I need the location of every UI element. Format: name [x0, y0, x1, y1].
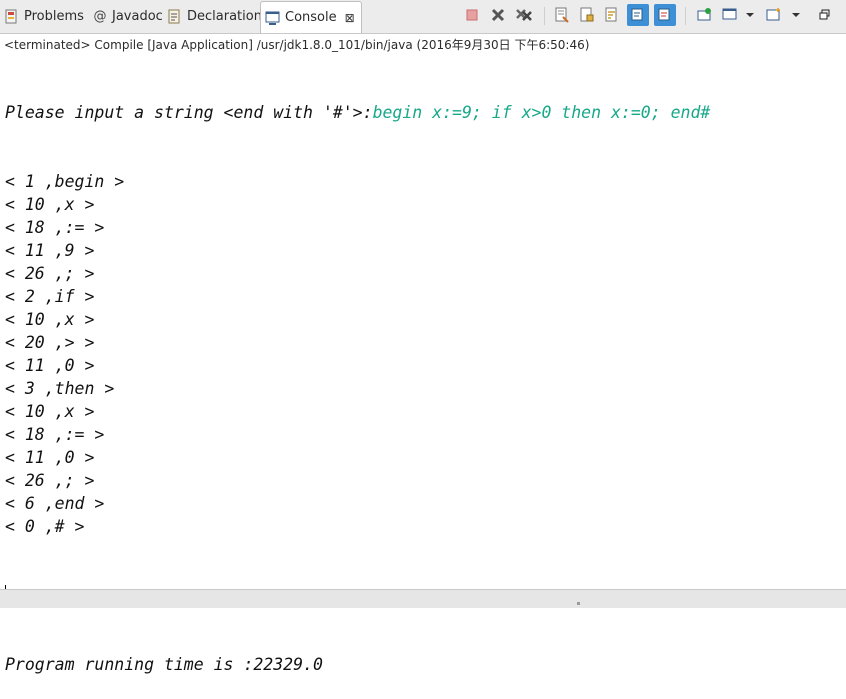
- console-line: < 1 ,begin >: [5, 172, 125, 191]
- display-console-icon[interactable]: [721, 6, 739, 24]
- console-line: < 10 ,x >: [5, 195, 95, 214]
- console-line: < 10 ,x >: [5, 310, 95, 329]
- console-line: < 26 ,; >: [5, 471, 95, 490]
- tab-label: Declaration: [187, 9, 262, 24]
- console-line: < 18 ,:= >: [5, 425, 105, 444]
- tab-declaration[interactable]: Declaration: [167, 2, 262, 31]
- open-console-icon[interactable]: [765, 6, 783, 24]
- clear-console-icon[interactable]: [553, 6, 571, 24]
- pin-console-icon[interactable]: [695, 6, 713, 24]
- tab-label: Console: [285, 10, 337, 25]
- close-icon[interactable]: ⊠: [345, 11, 355, 25]
- at-icon: @: [93, 8, 107, 24]
- tab-javadoc[interactable]: @ Javadoc: [92, 2, 163, 31]
- console-status: <terminated> Compile [Java Application] …: [4, 38, 590, 52]
- show-on-stdout-icon[interactable]: [627, 4, 649, 26]
- console-line: < 26 ,; >: [5, 264, 95, 283]
- console-line: < 11 ,9 >: [5, 241, 95, 260]
- console-line: < 20 ,> >: [5, 333, 95, 352]
- user-input-text: begin x:=9; if x>0 then x:=0; end#: [372, 103, 711, 122]
- minimize-icon[interactable]: [816, 6, 834, 24]
- console-line: < 11 ,0 >: [5, 448, 95, 467]
- problems-icon: [4, 9, 20, 25]
- remove-all-terminated-icon[interactable]: [515, 6, 533, 24]
- console-line: < 0 ,# >: [5, 517, 85, 536]
- show-on-stderr-icon[interactable]: [654, 4, 676, 26]
- chevron-down-icon[interactable]: [787, 6, 805, 24]
- tab-console[interactable]: Console ⊠: [260, 1, 362, 33]
- word-wrap-icon[interactable]: [603, 6, 621, 24]
- console-icon: [265, 10, 281, 26]
- tab-label: Javadoc: [112, 9, 163, 24]
- console-line: < 2 ,if >: [5, 287, 95, 306]
- console-line: < 10 ,x >: [5, 402, 95, 421]
- scroll-lock-icon[interactable]: [578, 6, 596, 24]
- console-line: < 11 ,0 >: [5, 356, 95, 375]
- bottom-status-bar: [0, 589, 846, 608]
- console-line: < 6 ,end >: [5, 494, 105, 513]
- chevron-down-icon[interactable]: [741, 6, 759, 24]
- prompt-line: Please input a string <end with '#'>:beg…: [5, 101, 841, 124]
- runtime-line: Program running time is :22329.0: [5, 655, 323, 674]
- console-line: < 3 ,then >: [5, 379, 115, 398]
- declaration-icon: [167, 9, 183, 25]
- tab-problems[interactable]: Problems: [4, 2, 84, 31]
- terminate-icon[interactable]: [463, 6, 481, 24]
- resize-grip[interactable]: [577, 602, 580, 605]
- console-line: < 18 ,:= >: [5, 218, 105, 237]
- prompt-text: Please input a string <end with '#'>:: [5, 103, 373, 122]
- tab-label: Problems: [24, 9, 84, 24]
- view-tab-bar: Problems @ Javadoc Declaration Console ⊠: [0, 0, 846, 34]
- remove-launch-icon[interactable]: [489, 6, 507, 24]
